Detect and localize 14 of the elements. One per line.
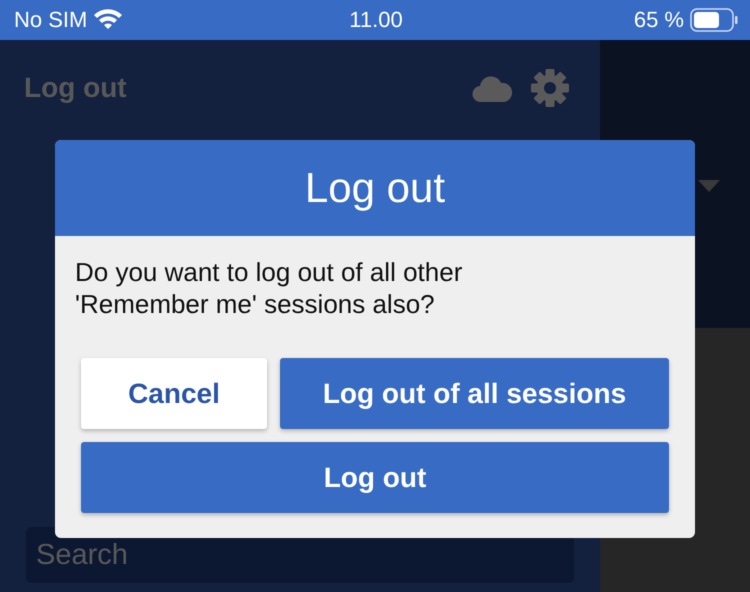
logout-button[interactable]: Log out	[81, 442, 669, 513]
dialog-title: Log out	[304, 164, 446, 212]
logout-button[interactable]: Log out of all sessions	[280, 358, 669, 429]
carrier-label: No SIM	[14, 7, 88, 33]
battery-percent: 65 %	[634, 7, 684, 33]
settings-icon[interactable]	[530, 68, 570, 108]
panel-title: Log out	[24, 72, 127, 104]
dialog-message: Do you want to log out of all other 'Remember me' sessions also?	[75, 256, 464, 320]
cloud-icon[interactable]	[472, 74, 512, 102]
wifi-icon	[93, 7, 124, 29]
cancel-button[interactable]: Cancel	[81, 358, 267, 429]
dropdown-caret-icon[interactable]	[698, 180, 720, 192]
battery-icon	[690, 8, 738, 32]
clock-time: 11.00	[349, 7, 403, 33]
